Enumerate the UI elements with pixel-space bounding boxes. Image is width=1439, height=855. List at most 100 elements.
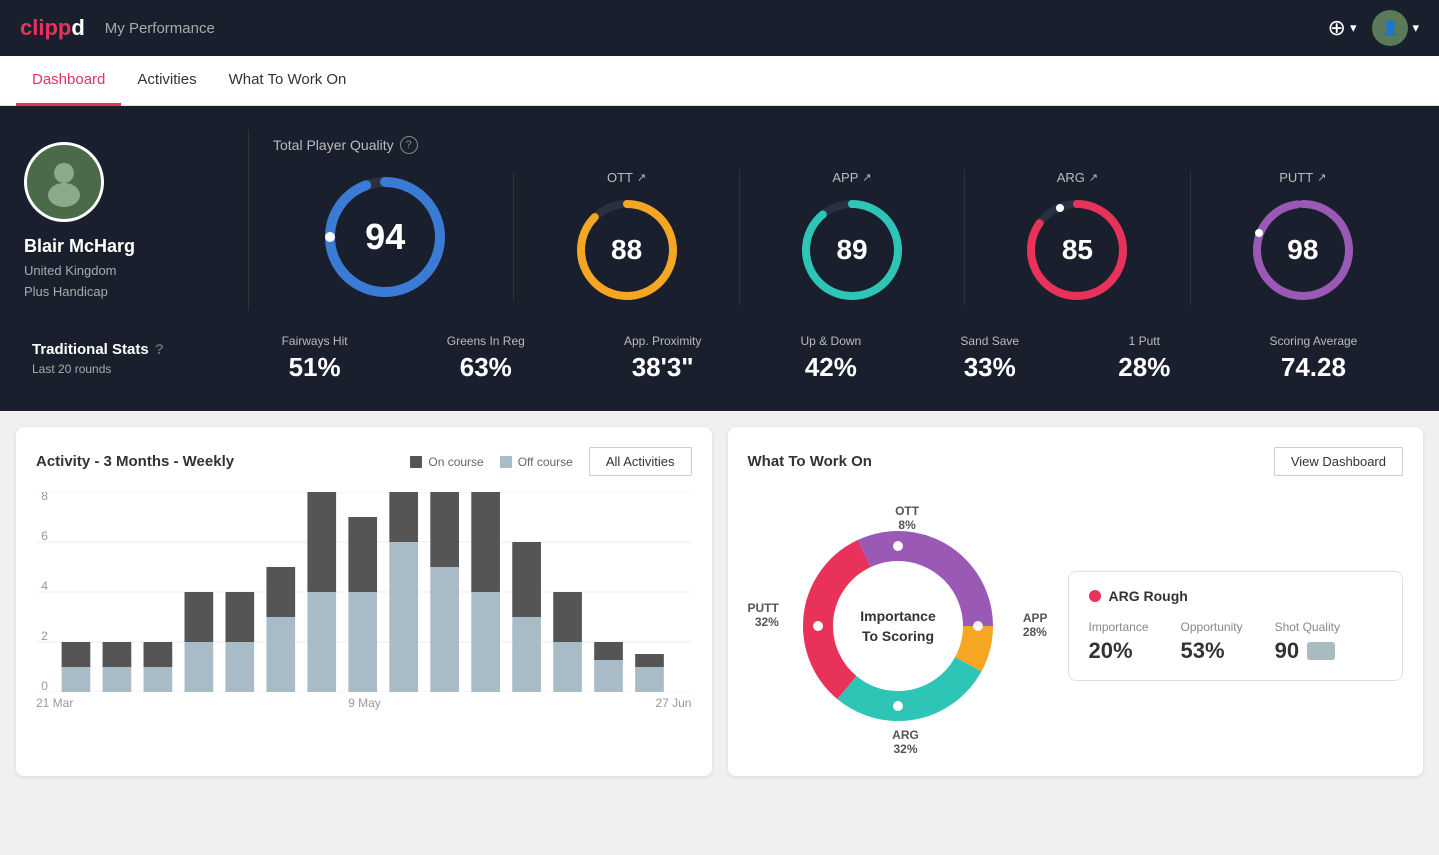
tab-dashboard[interactable]: Dashboard <box>16 57 121 106</box>
donut-putt-label: PUTT 32% <box>748 601 779 629</box>
stat-scoring-avg: Scoring Average 74.28 <box>1270 334 1358 383</box>
svg-text:6: 6 <box>41 529 48 543</box>
view-dashboard-button[interactable]: View Dashboard <box>1274 447 1403 476</box>
header-left: clippd My Performance <box>20 15 215 41</box>
stat-up-down: Up & Down 42% <box>801 334 862 383</box>
avatar <box>24 142 104 222</box>
putt-metric: PUTT ↗ 98 <box>1191 170 1415 305</box>
main-quality-value: 94 <box>365 216 405 258</box>
ott-circle: 88 <box>572 195 682 305</box>
info-opportunity: Opportunity 53% <box>1181 620 1243 664</box>
what-to-work-on-panel: What To Work On View Dashboard <box>728 427 1424 776</box>
quality-label: Total Player Quality ? <box>273 136 1415 154</box>
stat-value: 63% <box>460 352 512 383</box>
stat-sand-save: Sand Save 33% <box>960 334 1019 383</box>
donut-app-label: APP 28% <box>1023 611 1048 639</box>
stats-subtitle: Last 20 rounds <box>32 362 232 376</box>
donut-ott-label: OTT 8% <box>895 504 919 532</box>
stat-value: 38'3" <box>632 352 694 383</box>
activity-panel: Activity - 3 Months - Weekly On course O… <box>16 427 712 776</box>
svg-text:4: 4 <box>41 579 48 593</box>
stat-greens-in-reg: Greens In Reg 63% <box>447 334 525 383</box>
svg-text:2: 2 <box>41 629 48 643</box>
info-metric-value: 20% <box>1089 638 1149 664</box>
stat-items: Fairways Hit 51% Greens In Reg 63% App. … <box>232 334 1407 383</box>
header-title: My Performance <box>105 20 215 37</box>
info-metric-label: Importance <box>1089 620 1149 634</box>
stats-title: Traditional Stats ? <box>32 341 232 358</box>
vertical-divider <box>248 130 249 310</box>
info-shot-quality: Shot Quality 90 <box>1275 620 1340 664</box>
player-handicap: Plus Handicap <box>24 284 108 299</box>
app-value: 89 <box>836 234 867 266</box>
stat-value: 42% <box>805 352 857 383</box>
x-label-2: 9 May <box>348 696 381 710</box>
traditional-stats: Traditional Stats ? Last 20 rounds Fairw… <box>24 334 1415 383</box>
tabs: Dashboard Activities What To Work On <box>0 56 1439 106</box>
putt-arrow-icon: ↗ <box>1317 171 1326 184</box>
metrics-row: 94 OTT ↗ 88 <box>273 170 1415 305</box>
main-quality-metric: 94 <box>273 172 514 302</box>
legend-off-course: Off course <box>500 455 573 469</box>
person-icon <box>39 157 89 207</box>
ott-value: 88 <box>611 234 642 266</box>
main-quality-circle: 94 <box>320 172 450 302</box>
stat-label: Up & Down <box>801 334 862 348</box>
user-chevron-icon: ▾ <box>1412 20 1419 36</box>
putt-circle: 98 <box>1248 195 1358 305</box>
stat-value: 33% <box>964 352 1016 383</box>
ott-header: OTT ↗ <box>607 170 646 185</box>
tab-activities[interactable]: Activities <box>121 57 212 106</box>
info-card-header: ARG Rough <box>1089 588 1383 604</box>
player-info: Blair McHarg United Kingdom Plus Handica… <box>24 142 224 299</box>
chart-header: Activity - 3 Months - Weekly On course O… <box>36 447 692 476</box>
info-metrics: Importance 20% Opportunity 53% Shot Qual… <box>1089 620 1383 664</box>
stat-value: 74.28 <box>1281 352 1346 383</box>
arg-value: 85 <box>1062 234 1093 266</box>
player-row: Blair McHarg United Kingdom Plus Handica… <box>24 130 1415 310</box>
shot-quality-swatch <box>1307 642 1335 660</box>
stat-label: Sand Save <box>960 334 1019 348</box>
app-metric: APP ↗ 89 <box>740 170 965 305</box>
avatar: 👤 <box>1372 10 1408 46</box>
info-metric-value: 53% <box>1181 638 1243 664</box>
red-dot-icon <box>1089 590 1101 602</box>
header: clippd My Performance ⊕ ▾ 👤 ▾ <box>0 0 1439 56</box>
plus-circle-icon: ⊕ <box>1328 15 1346 41</box>
stat-fairways-hit: Fairways Hit 51% <box>282 334 348 383</box>
info-card-title: ARG Rough <box>1109 588 1188 604</box>
arg-arrow-icon: ↗ <box>1089 171 1098 184</box>
putt-header: PUTT ↗ <box>1279 170 1326 185</box>
ott-metric: OTT ↗ 88 <box>514 170 739 305</box>
stat-label-group: Traditional Stats ? Last 20 rounds <box>32 341 232 376</box>
user-menu-button[interactable]: 👤 ▾ <box>1372 10 1419 46</box>
stat-label: App. Proximity <box>624 334 701 348</box>
help-icon[interactable]: ? <box>400 136 418 154</box>
app-arrow-icon: ↗ <box>862 171 871 184</box>
chart-legend: On course Off course <box>410 455 573 469</box>
off-course-dot <box>500 456 512 468</box>
info-importance: Importance 20% <box>1089 620 1149 664</box>
x-label-3: 27 Jun <box>655 696 691 710</box>
chart-controls: On course Off course All Activities <box>410 447 691 476</box>
x-axis-labels: 21 Mar 9 May 27 Jun <box>36 692 692 714</box>
stats-help-icon[interactable]: ? <box>155 341 164 358</box>
svg-text:Importance: Importance <box>860 608 936 624</box>
legend-on-course: On course <box>410 455 483 469</box>
tab-what-to-work-on[interactable]: What To Work On <box>213 57 363 106</box>
all-activities-button[interactable]: All Activities <box>589 447 692 476</box>
wtw-content: Importance To Scoring OTT 8% APP 28% <box>748 496 1404 756</box>
svg-text:0: 0 <box>41 679 48 692</box>
bar-chart-svg: 0 2 4 6 8 <box>36 492 692 692</box>
on-course-dot <box>410 456 422 468</box>
bottom-panels: Activity - 3 Months - Weekly On course O… <box>0 411 1439 792</box>
svg-text:To Scoring: To Scoring <box>861 628 933 644</box>
chart-area: 0 2 4 6 8 <box>36 492 692 692</box>
add-chevron-icon: ▾ <box>1350 20 1357 36</box>
donut-chart-container: Importance To Scoring OTT 8% APP 28% <box>748 496 1048 756</box>
logo: clippd <box>20 15 85 41</box>
arg-circle: 85 <box>1022 195 1132 305</box>
stat-value: 28% <box>1118 352 1170 383</box>
putt-value: 98 <box>1287 234 1318 266</box>
add-button[interactable]: ⊕ ▾ <box>1328 15 1357 41</box>
